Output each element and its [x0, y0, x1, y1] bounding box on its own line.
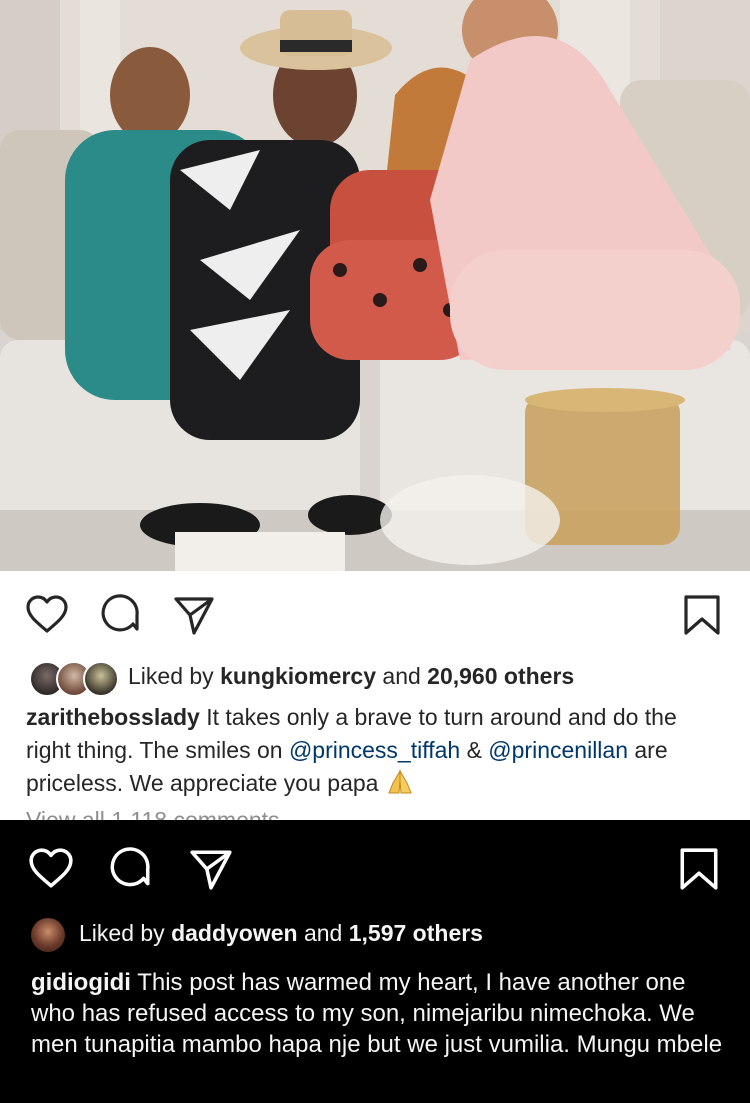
liked-user-link[interactable]: daddyowen: [171, 920, 298, 946]
caption-text: This post has warmed my heart, I have an…: [31, 969, 723, 1058]
caption-username[interactable]: gidiogidi: [31, 969, 131, 996]
comment-icon[interactable]: [108, 846, 154, 892]
avatar: [31, 918, 65, 952]
comment-caption: gidiogidi This post has warmed my heart,…: [31, 967, 731, 1060]
liked-and: and: [303, 920, 343, 946]
action-bar: [0, 571, 750, 655]
mention-link[interactable]: @princenillan: [488, 737, 628, 763]
liker-avatars: [29, 661, 119, 697]
view-comments-link[interactable]: View all 1,118 comments: [26, 810, 280, 820]
likes-text: Liked by kungkiomercy and 20,960 others: [128, 663, 574, 690]
caption-ampersand: &: [466, 737, 482, 763]
avatar: [83, 661, 119, 697]
family-photo-illustration: [0, 0, 750, 571]
liked-count-link[interactable]: 20,960 others: [427, 663, 574, 689]
likes-summary[interactable]: Liked by daddyowen and 1,597 others: [0, 916, 750, 956]
post-photo[interactable]: [0, 0, 750, 571]
heart-icon[interactable]: [25, 593, 69, 637]
liked-prefix: Liked by: [128, 663, 214, 689]
share-icon[interactable]: [172, 593, 216, 637]
liked-user-link[interactable]: kungkiomercy: [220, 663, 376, 689]
post-panel-dark: Liked by daddyowen and 1,597 others gidi…: [0, 820, 750, 1103]
mention-link[interactable]: @princess_tiffah: [289, 737, 460, 763]
share-icon[interactable]: [188, 846, 234, 892]
bookmark-icon[interactable]: [676, 846, 722, 892]
likes-text: Liked by daddyowen and 1,597 others: [79, 920, 483, 947]
post-panel-light: Liked by kungkiomercy and 20,960 others …: [0, 571, 750, 820]
liked-prefix: Liked by: [79, 920, 165, 946]
likes-summary[interactable]: Liked by kungkiomercy and 20,960 others: [0, 657, 750, 697]
post-caption: zarithebosslady It takes only a brave to…: [26, 701, 726, 800]
liked-and: and: [382, 663, 421, 689]
bookmark-icon[interactable]: [680, 593, 724, 637]
heart-icon[interactable]: [28, 846, 74, 892]
caption-username[interactable]: zarithebosslady: [26, 704, 200, 730]
liked-count-link[interactable]: 1,597 others: [349, 920, 483, 946]
folded-hands-emoji-icon: [388, 769, 412, 794]
comment-icon[interactable]: [99, 593, 143, 637]
